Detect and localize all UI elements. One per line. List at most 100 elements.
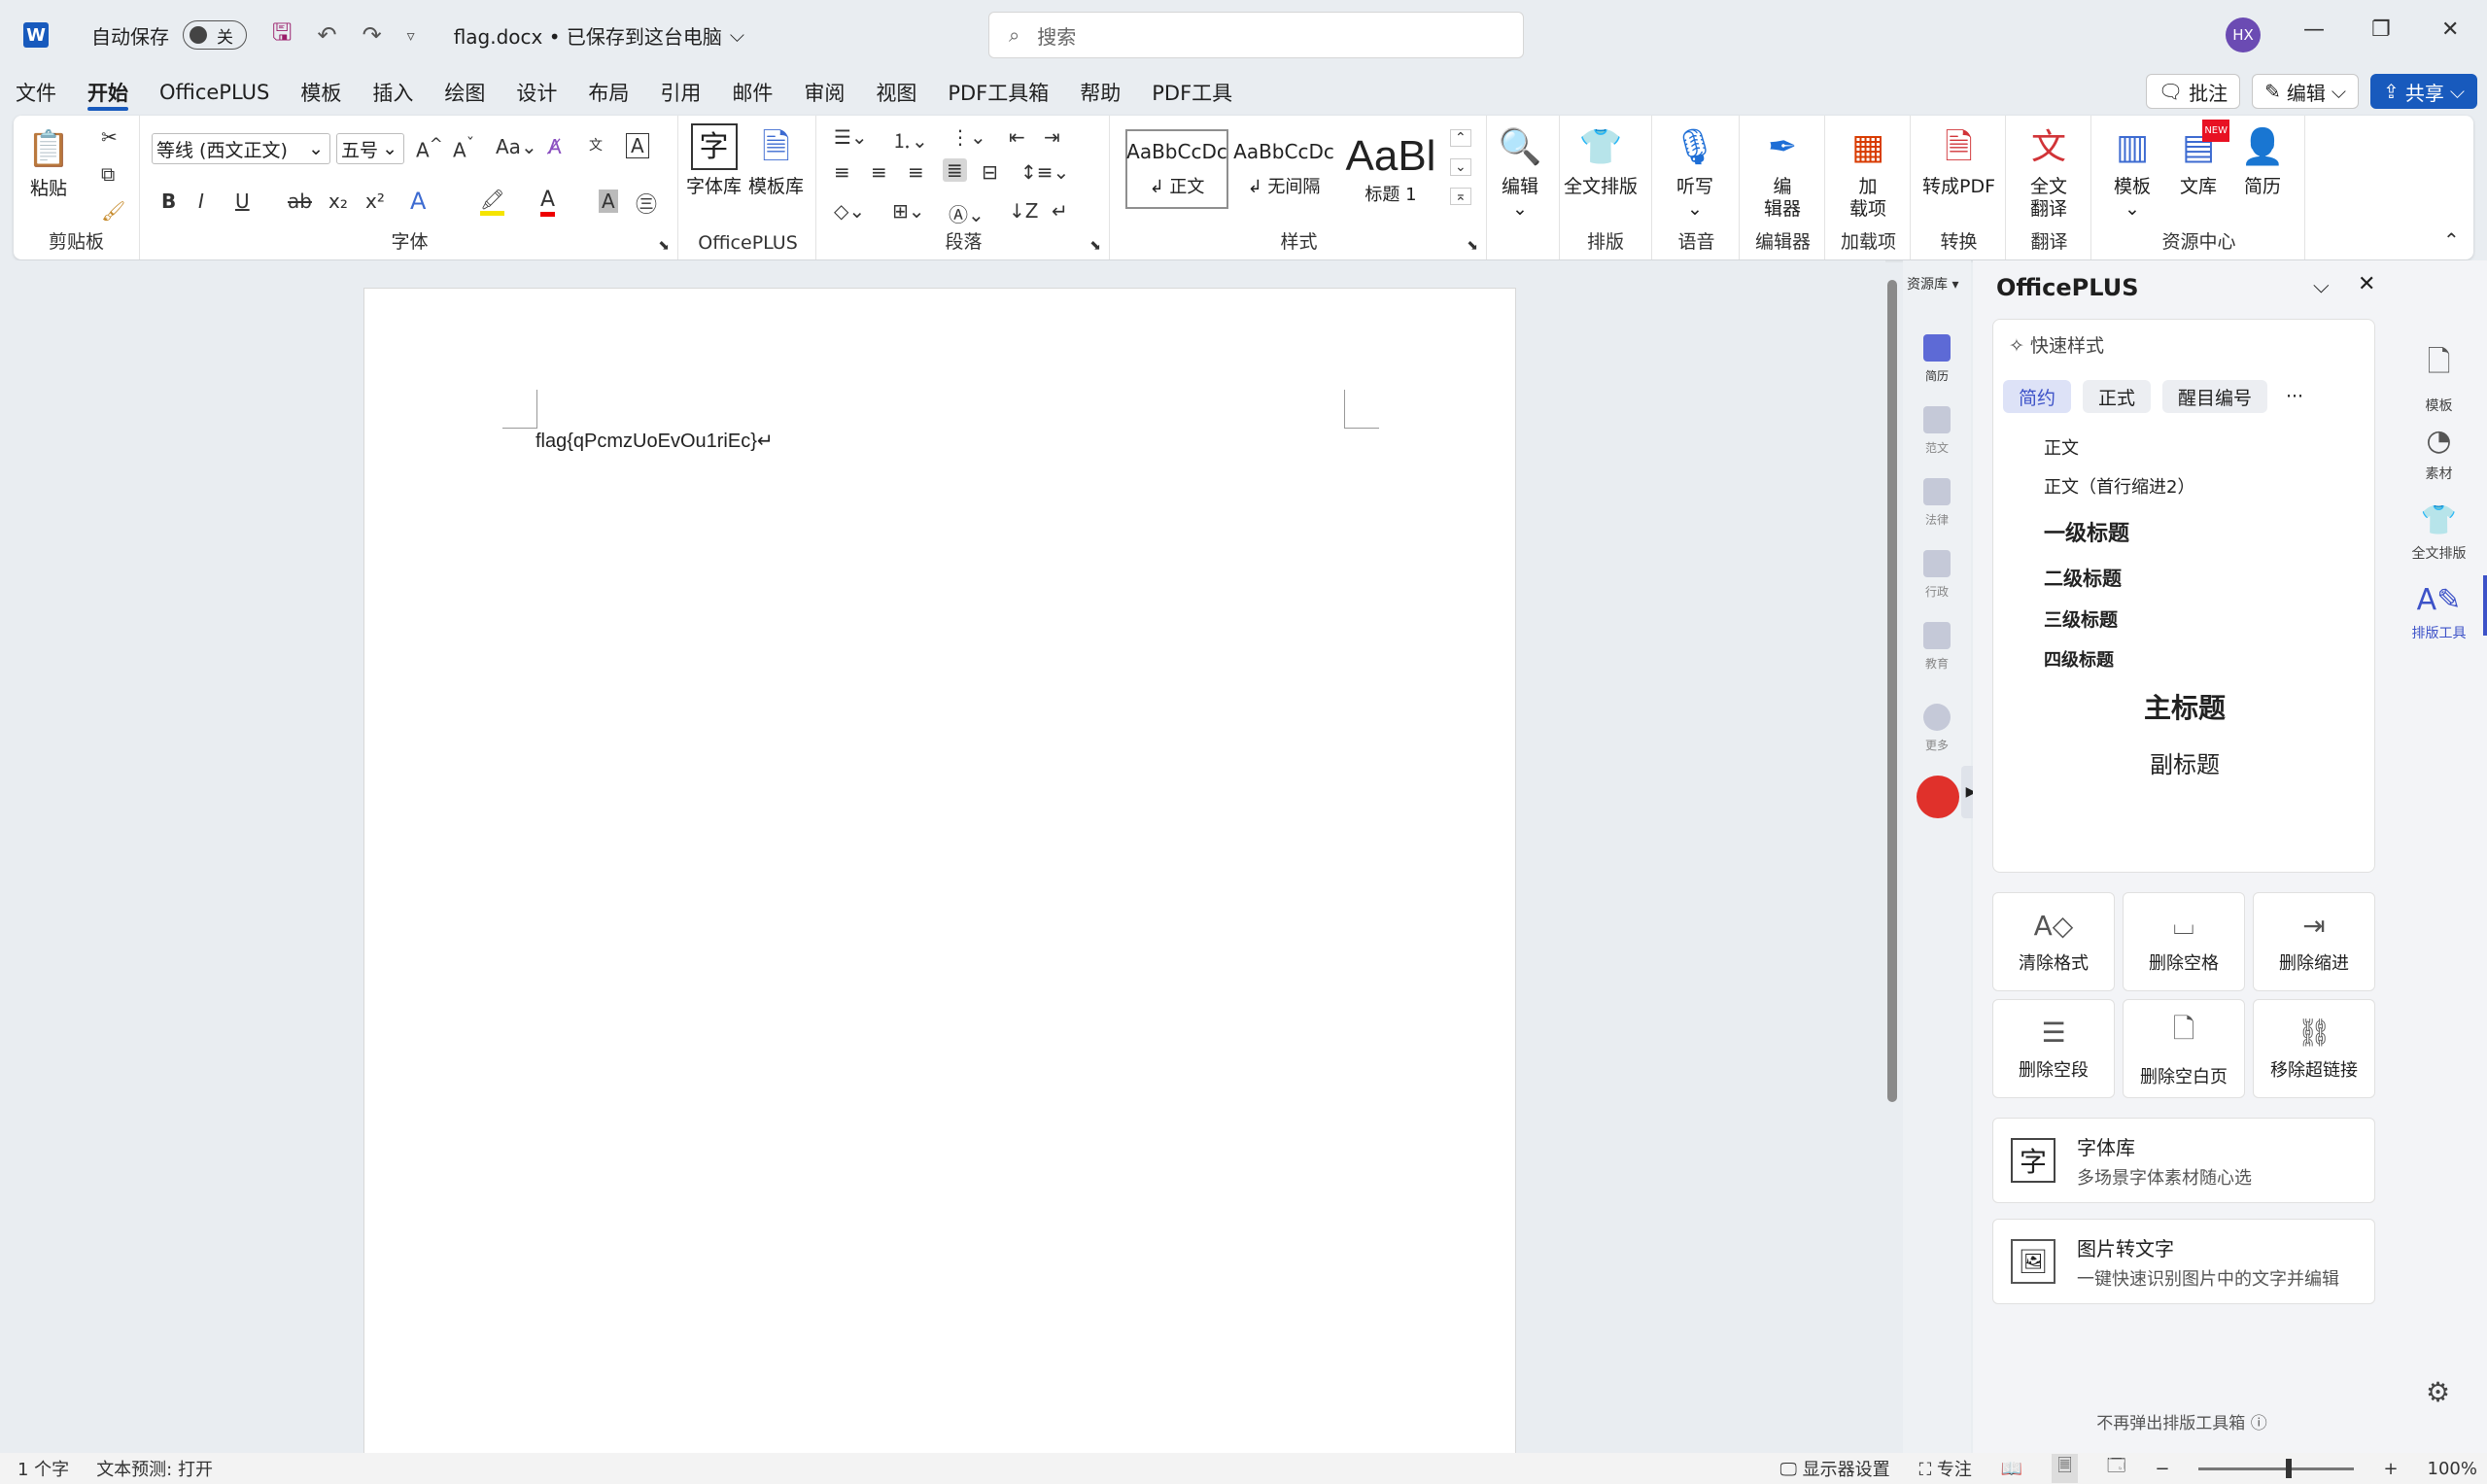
decrease-indent-icon[interactable]: ⇤ bbox=[1009, 125, 1025, 149]
minimize-icon[interactable]: — bbox=[2303, 17, 2325, 42]
tab-4[interactable]: 插入 bbox=[357, 70, 429, 115]
chip-more[interactable]: ··· bbox=[2275, 380, 2314, 413]
format-painter-icon[interactable]: 🖌 bbox=[101, 199, 125, 223]
res-item-education[interactable]: 教育 bbox=[1903, 622, 1971, 672]
bullets-icon[interactable]: ☰⌄ bbox=[834, 125, 868, 149]
remove-hyperlink-button[interactable]: ⛓ 移除超链接 bbox=[2253, 999, 2375, 1098]
shrink-font-icon[interactable]: Aˇ bbox=[453, 135, 474, 162]
qs-heading-3[interactable]: 三级标题 bbox=[2044, 605, 2118, 632]
align-right-icon[interactable]: ≡ bbox=[908, 160, 924, 184]
focus-button[interactable]: ⛶ 专注 bbox=[1919, 1456, 1972, 1481]
rail-item-full-layout[interactable]: 👕 全文排版 bbox=[2391, 503, 2487, 563]
phonetic-guide-icon[interactable]: 文 bbox=[589, 135, 603, 155]
font-library-card[interactable]: 字字体库 多场景字体素材随心选 bbox=[1992, 1118, 2375, 1203]
zoom-in-icon[interactable]: + bbox=[2383, 1459, 2398, 1479]
display-settings-button[interactable]: 🖵 显示器设置 bbox=[1779, 1456, 1889, 1481]
change-case-button[interactable]: Aa⌄ bbox=[496, 135, 537, 158]
res-item-resume[interactable]: 简历 bbox=[1903, 334, 1971, 384]
tab-11[interactable]: 视图 bbox=[860, 70, 932, 115]
scrollbar-thumb[interactable] bbox=[1887, 280, 1897, 1102]
avatar[interactable]: HX bbox=[2226, 17, 2261, 52]
tab-0[interactable]: 文件 bbox=[0, 70, 72, 115]
tab-13[interactable]: 帮助 bbox=[1064, 70, 1136, 115]
style-normal[interactable]: AaBbCcDc ↲ 正文 bbox=[1125, 129, 1228, 209]
show-marks-icon[interactable]: ↵ bbox=[1052, 199, 1068, 223]
shading-icon[interactable]: ◇⌄ bbox=[834, 199, 865, 223]
resume-button[interactable]: 👤 简历 bbox=[2239, 123, 2286, 198]
styles-scroll-up-icon[interactable]: ⌃ bbox=[1450, 129, 1471, 147]
tab-14[interactable]: PDF工具 bbox=[1136, 70, 1248, 115]
qs-normal[interactable]: 正文 bbox=[2044, 434, 2079, 460]
copy-icon[interactable]: ⧉ bbox=[101, 162, 115, 186]
underline-icon[interactable]: U bbox=[235, 190, 250, 213]
clear-formatting-icon[interactable]: A̸ bbox=[548, 135, 562, 158]
tab-7[interactable]: 布局 bbox=[572, 70, 644, 115]
multilevel-list-icon[interactable]: ⋮⌄ bbox=[950, 125, 986, 149]
font-dialog-launcher-icon[interactable]: ⬊ bbox=[658, 238, 670, 254]
highlight-icon[interactable]: 🖍 bbox=[480, 188, 505, 216]
web-layout-icon[interactable]: 🗔 bbox=[2107, 1454, 2126, 1483]
res-item-more[interactable]: 更多 bbox=[1903, 704, 1971, 753]
grow-font-icon[interactable]: A^ bbox=[416, 135, 443, 162]
distributed-icon[interactable]: ⊟ bbox=[982, 160, 998, 184]
character-border-icon[interactable]: A bbox=[626, 133, 649, 158]
tab-5[interactable]: 绘图 bbox=[429, 70, 501, 115]
rail-item-template[interactable]: 🗋 模板 bbox=[2391, 340, 2487, 415]
qs-title[interactable]: 主标题 bbox=[1993, 687, 2376, 726]
chip-formal[interactable]: 正式 bbox=[2083, 380, 2151, 413]
qs-subtitle[interactable]: 副标题 bbox=[1993, 745, 2376, 779]
library-button[interactable]: ▤ NEW 文库 bbox=[2175, 120, 2229, 198]
document-scrollbar[interactable] bbox=[1885, 260, 1899, 1453]
comment-button[interactable]: 🗨 批注 bbox=[2145, 74, 2241, 109]
tab-3[interactable]: 模板 bbox=[285, 70, 357, 115]
maximize-icon[interactable]: ❐ bbox=[2371, 17, 2391, 42]
full-translate-button[interactable]: 文全文 翻译 bbox=[2025, 123, 2072, 221]
superscript-icon[interactable]: x² bbox=[365, 190, 385, 213]
align-center-icon[interactable]: ≡ bbox=[871, 160, 887, 184]
zoom-slider[interactable] bbox=[2198, 1458, 2355, 1478]
qs-heading-2[interactable]: 二级标题 bbox=[2044, 563, 2122, 591]
tab-9[interactable]: 邮件 bbox=[716, 70, 788, 115]
tab-8[interactable]: 引用 bbox=[644, 70, 716, 115]
dont-show-again-link[interactable]: 不再弹出排版工具箱 ⓘ bbox=[1973, 1409, 2391, 1433]
increase-indent-icon[interactable]: ⇥ bbox=[1044, 125, 1060, 149]
enclose-characters-icon[interactable]: ㊂ bbox=[636, 188, 657, 219]
word-count[interactable]: 1 个字 bbox=[17, 1456, 69, 1481]
dictate-button[interactable]: 🎙 听写 ⌄ bbox=[1672, 123, 1718, 221]
chip-simple[interactable]: 简约 bbox=[2003, 380, 2071, 413]
tab-2[interactable]: OfficePLUS bbox=[144, 70, 285, 115]
paragraph-dialog-launcher-icon[interactable]: ⬊ bbox=[1089, 238, 1101, 254]
font-library-button[interactable]: 字字体库 bbox=[686, 123, 742, 198]
numbering-icon[interactable]: ⒈⌄ bbox=[892, 125, 928, 154]
delete-empty-paragraph-button[interactable]: ☰ 删除空段 bbox=[1992, 999, 2115, 1098]
asian-layout-icon[interactable]: Ⓐ⌄ bbox=[949, 199, 984, 227]
image-to-text-card[interactable]: 🖼 图片转文字 一键快速识别图片中的文字并编辑 bbox=[1992, 1219, 2375, 1304]
editing-button[interactable]: 🔍 编辑 ⌄ bbox=[1497, 123, 1543, 221]
text-prediction-status[interactable]: 文本预测: 打开 bbox=[96, 1456, 213, 1481]
save-icon[interactable]: 🖫 bbox=[272, 16, 292, 55]
full-layout-button[interactable]: 👕 全文排版 bbox=[1564, 123, 1638, 198]
read-mode-icon[interactable]: 📖 bbox=[2001, 1459, 2022, 1479]
bold-icon[interactable]: B bbox=[161, 190, 176, 213]
gift-icon[interactable] bbox=[1917, 776, 1959, 818]
customize-qat-icon[interactable]: ▿ bbox=[407, 26, 415, 45]
zoom-level[interactable]: 100% bbox=[2428, 1459, 2477, 1479]
delete-blank-page-button[interactable]: 🗋 删除空白页 bbox=[2123, 999, 2245, 1098]
delete-indent-button[interactable]: ⇥ 删除缩进 bbox=[2253, 892, 2375, 991]
rail-item-layout-tools[interactable]: A✎ 排版工具 bbox=[2391, 575, 2487, 642]
line-spacing-icon[interactable]: ↕≡⌄ bbox=[1020, 160, 1069, 184]
document-page[interactable]: flag{qPcmzUoEvOu1riEc}↵ bbox=[363, 288, 1516, 1483]
tab-6[interactable]: 设计 bbox=[501, 70, 572, 115]
character-shading-icon[interactable]: A bbox=[599, 190, 618, 213]
qs-normal-indent[interactable]: 正文（首行缩进2） bbox=[2044, 473, 2194, 499]
rail-item-assets[interactable]: ◔ 素材 bbox=[2391, 424, 2487, 483]
justify-icon[interactable]: ≣ bbox=[943, 158, 967, 182]
cut-icon[interactable]: ✂ bbox=[101, 125, 118, 149]
font-color-icon[interactable]: A bbox=[540, 188, 556, 217]
search-input[interactable]: ⌕ 搜索 bbox=[988, 12, 1524, 58]
styles-scroll-down-icon[interactable]: ⌄ bbox=[1450, 158, 1471, 176]
resource-library-header[interactable]: 资源库 ▾ bbox=[1907, 274, 1958, 293]
share-button[interactable]: ⇪ 共享 ⌵ bbox=[2370, 74, 2477, 109]
panel-close-icon[interactable]: ✕ bbox=[2358, 272, 2375, 296]
chip-numbered[interactable]: 醒目编号 bbox=[2162, 380, 2267, 413]
